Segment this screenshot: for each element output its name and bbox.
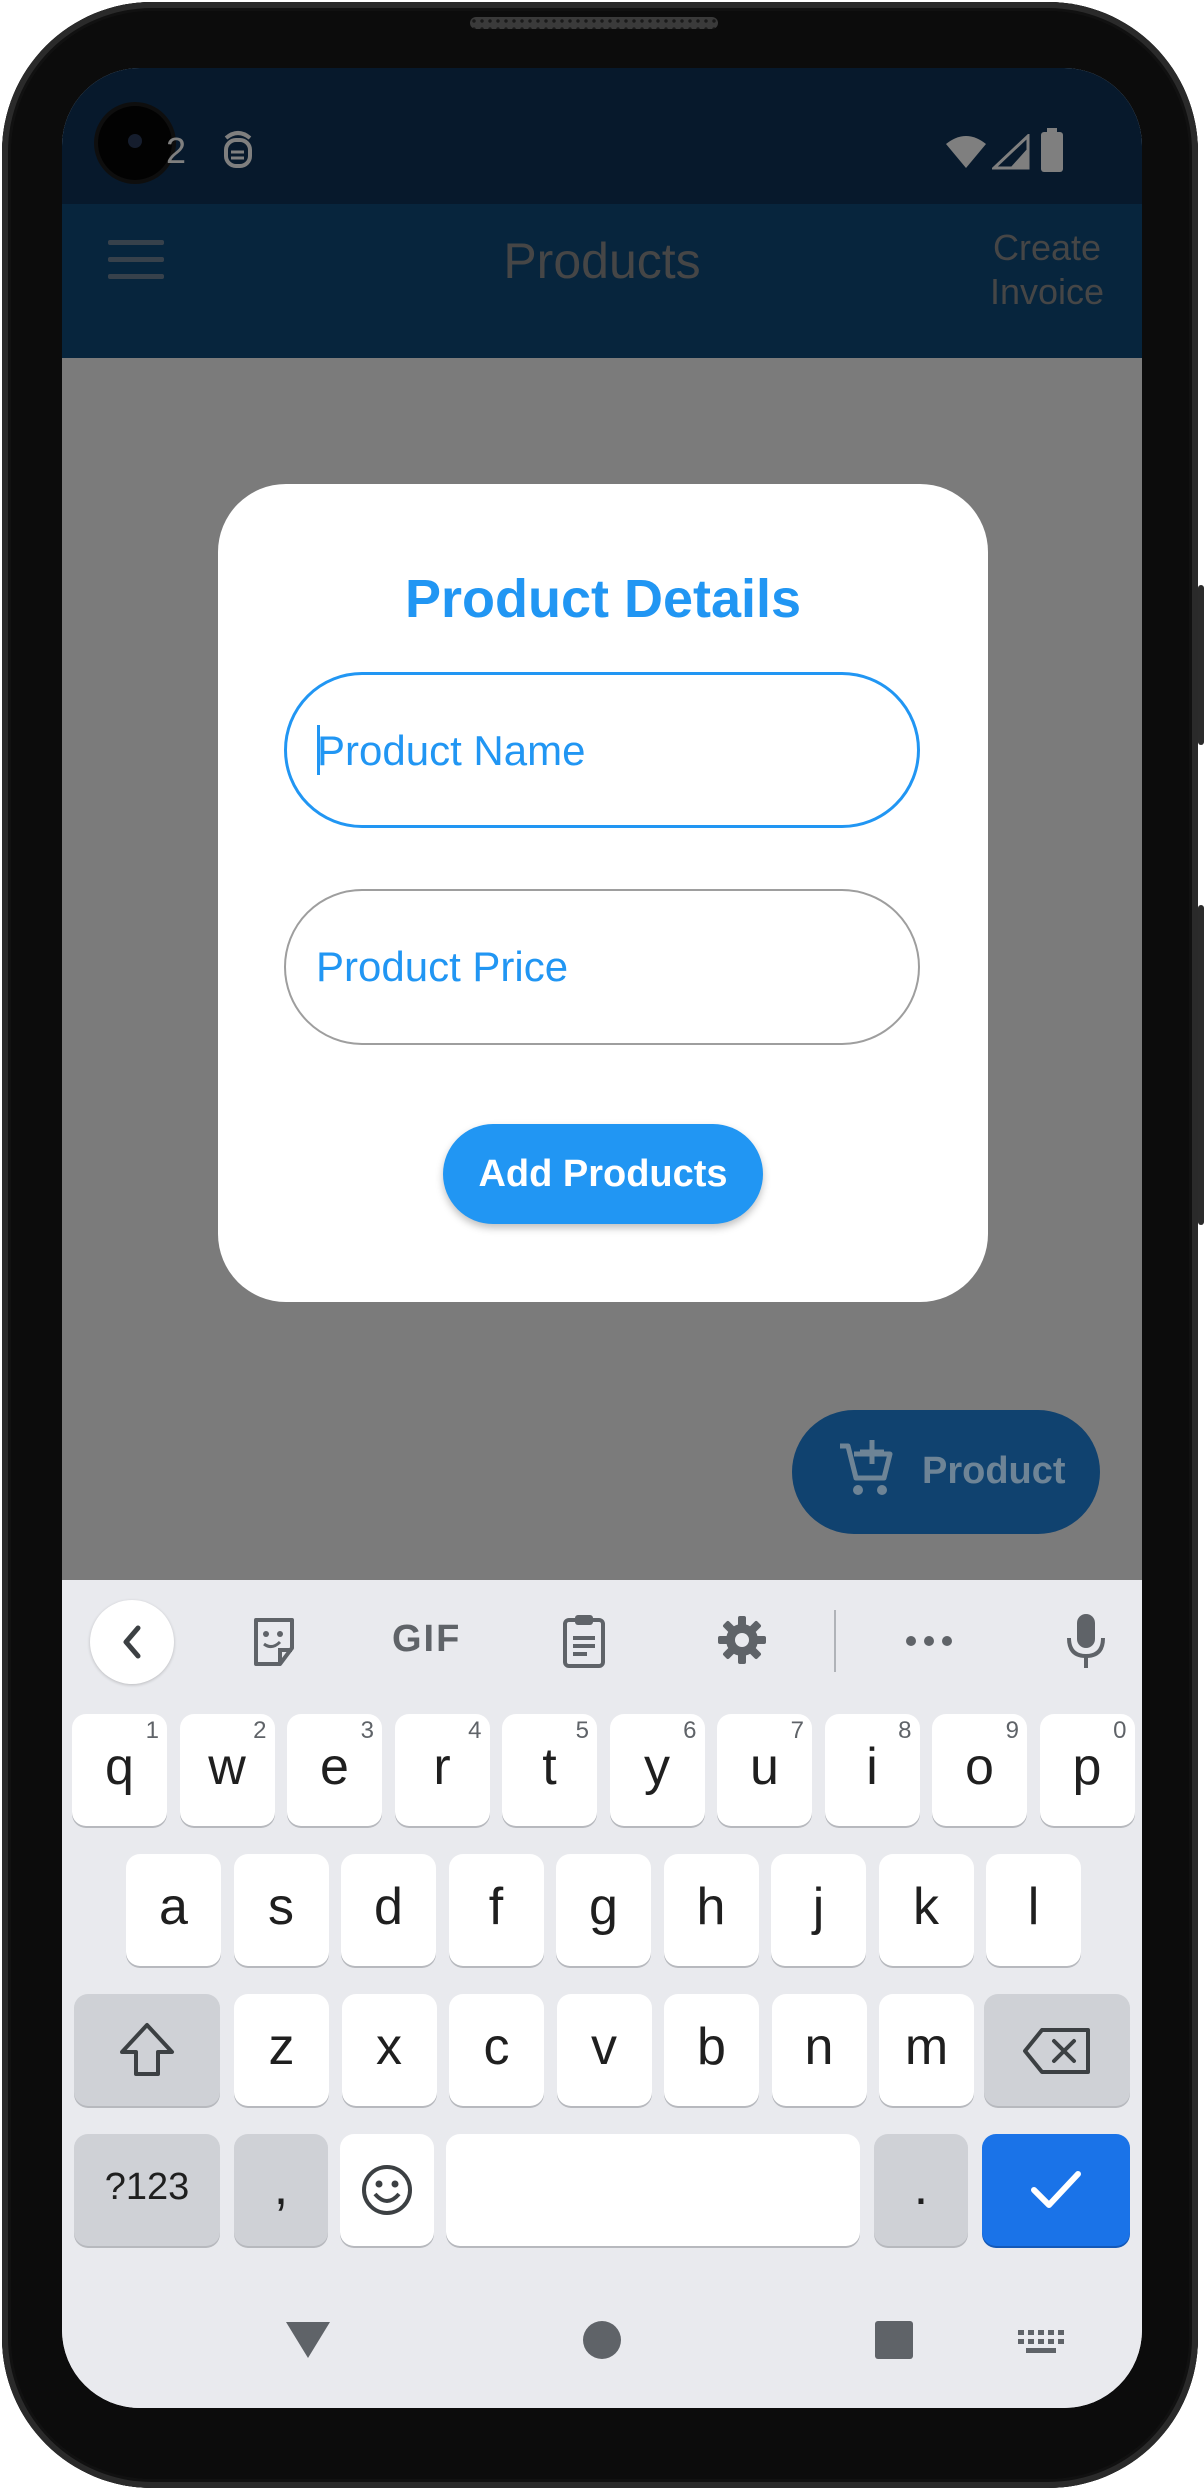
key-label: e (320, 1738, 349, 1796)
recents-square-icon[interactable] (874, 2320, 914, 2360)
key-f[interactable]: f (448, 1854, 544, 1966)
key-z[interactable]: z (234, 1994, 329, 2106)
checkmark-icon (1031, 2171, 1081, 2208)
key-label: r (433, 1738, 451, 1796)
emoji-key[interactable] (340, 2134, 434, 2246)
space-key[interactable] (446, 2134, 860, 2246)
key-label: u (750, 1738, 779, 1796)
clipboard-icon[interactable] (562, 1612, 606, 1668)
backspace-icon (1023, 2028, 1090, 2074)
product-name-input[interactable] (317, 721, 877, 781)
keyboard-switch-icon[interactable] (1018, 2330, 1064, 2354)
key-y[interactable]: y6 (609, 1714, 705, 1826)
add-product-fab[interactable]: Product (792, 1410, 1100, 1534)
key-j[interactable]: j (771, 1854, 866, 1966)
key-label: w (208, 1738, 246, 1796)
microphone-icon[interactable] (1064, 1612, 1108, 1670)
product-price-input[interactable] (316, 937, 876, 997)
back-triangle-icon[interactable] (284, 2388, 332, 2408)
symbols-key[interactable]: ?123 (74, 2134, 220, 2246)
fab-label: Product (922, 1450, 1066, 1492)
emoji-smiley-icon (362, 2165, 412, 2215)
key-b[interactable]: b (664, 1994, 759, 2106)
key-number-hint: 3 (360, 1717, 374, 1744)
key-number-hint: 1 (145, 1717, 159, 1744)
dialog-title: Product Details (404, 569, 802, 629)
key-label: p (1072, 1738, 1102, 1796)
keyboard-back-button[interactable] (90, 1600, 174, 1684)
key-s[interactable]: s (233, 1854, 329, 1966)
key-k[interactable]: k (878, 1854, 974, 1966)
key-number-hint: 5 (575, 1717, 589, 1744)
key-number-hint: 0 (1113, 1717, 1127, 1744)
key-p[interactable]: p0 (1039, 1714, 1135, 1826)
key-d[interactable]: d (341, 1854, 436, 1966)
key-l[interactable]: l (986, 1854, 1081, 1966)
key-number-hint: 9 (1005, 1717, 1019, 1744)
toolbar-divider (834, 1610, 836, 1672)
back-chevron-icon (123, 1625, 141, 1659)
key-number-hint: 4 (468, 1717, 482, 1744)
key-r[interactable]: r4 (394, 1714, 490, 1826)
soft-keyboard: GIF q1w2e3r4t5y6 u 7 i 8 o 9 p 0 a s d f… (62, 1580, 1142, 2408)
power-button (1198, 905, 1204, 1225)
key-u[interactable]: u7 (717, 1714, 812, 1826)
home-circle-icon[interactable] (582, 2320, 622, 2360)
sticker-icon[interactable] (250, 1616, 298, 1668)
key-number-hint: 6 (683, 1717, 697, 1744)
key-number-hint: 7 (790, 1717, 804, 1744)
add-shopping-cart-icon (840, 1440, 893, 1495)
product-price-field[interactable] (284, 889, 920, 1045)
add-products-button[interactable]: Add Products (443, 1124, 763, 1224)
key-label: o (965, 1738, 994, 1796)
key-e[interactable]: e3 (287, 1714, 382, 1826)
key-m[interactable]: m (879, 1994, 974, 2106)
key-o[interactable]: o9 (932, 1714, 1027, 1826)
key-label: t (542, 1738, 557, 1796)
comma-key[interactable]: , (234, 2134, 328, 2246)
key-label: y (644, 1738, 670, 1796)
key-label: q (105, 1738, 134, 1796)
shift-key[interactable] (74, 1994, 220, 2106)
key-q[interactable]: q1 (72, 1714, 167, 1826)
text-cursor (317, 725, 320, 775)
settings-gear-icon[interactable] (716, 1614, 768, 1666)
modal-scrim-top (62, 68, 1142, 358)
key-h[interactable]: h (663, 1854, 759, 1966)
key-n[interactable]: n (771, 1994, 867, 2106)
key-number-hint: 2 (253, 1717, 267, 1744)
enter-key[interactable] (982, 2134, 1130, 2246)
key-number-hint: 8 (898, 1717, 912, 1744)
backspace-key[interactable] (984, 1994, 1130, 2106)
key-c[interactable]: c (449, 1994, 544, 2106)
shift-arrow-icon (120, 2023, 174, 2076)
screen: 2 Products Create Invoice (62, 68, 1142, 2408)
key-i[interactable]: i8 (824, 1714, 920, 1826)
back-triangle-icon[interactable] (284, 2318, 332, 2362)
key-t[interactable]: t5 (502, 1714, 597, 1826)
earpiece-speaker (470, 17, 718, 29)
gif-icon[interactable]: GIF (392, 1618, 461, 1661)
key-label: i (866, 1738, 878, 1796)
product-details-dialog: Product Details Add Products (218, 484, 988, 1302)
period-key[interactable]: . (874, 2134, 968, 2246)
product-name-field[interactable] (284, 672, 920, 828)
key-g[interactable]: g (556, 1854, 651, 1966)
key-x[interactable]: x (341, 1994, 437, 2106)
more-icon[interactable] (904, 1634, 954, 1648)
volume-button (1198, 585, 1204, 745)
key-w[interactable]: w2 (179, 1714, 275, 1826)
key-a[interactable]: a (126, 1854, 221, 1966)
key-v[interactable]: v (556, 1994, 652, 2106)
